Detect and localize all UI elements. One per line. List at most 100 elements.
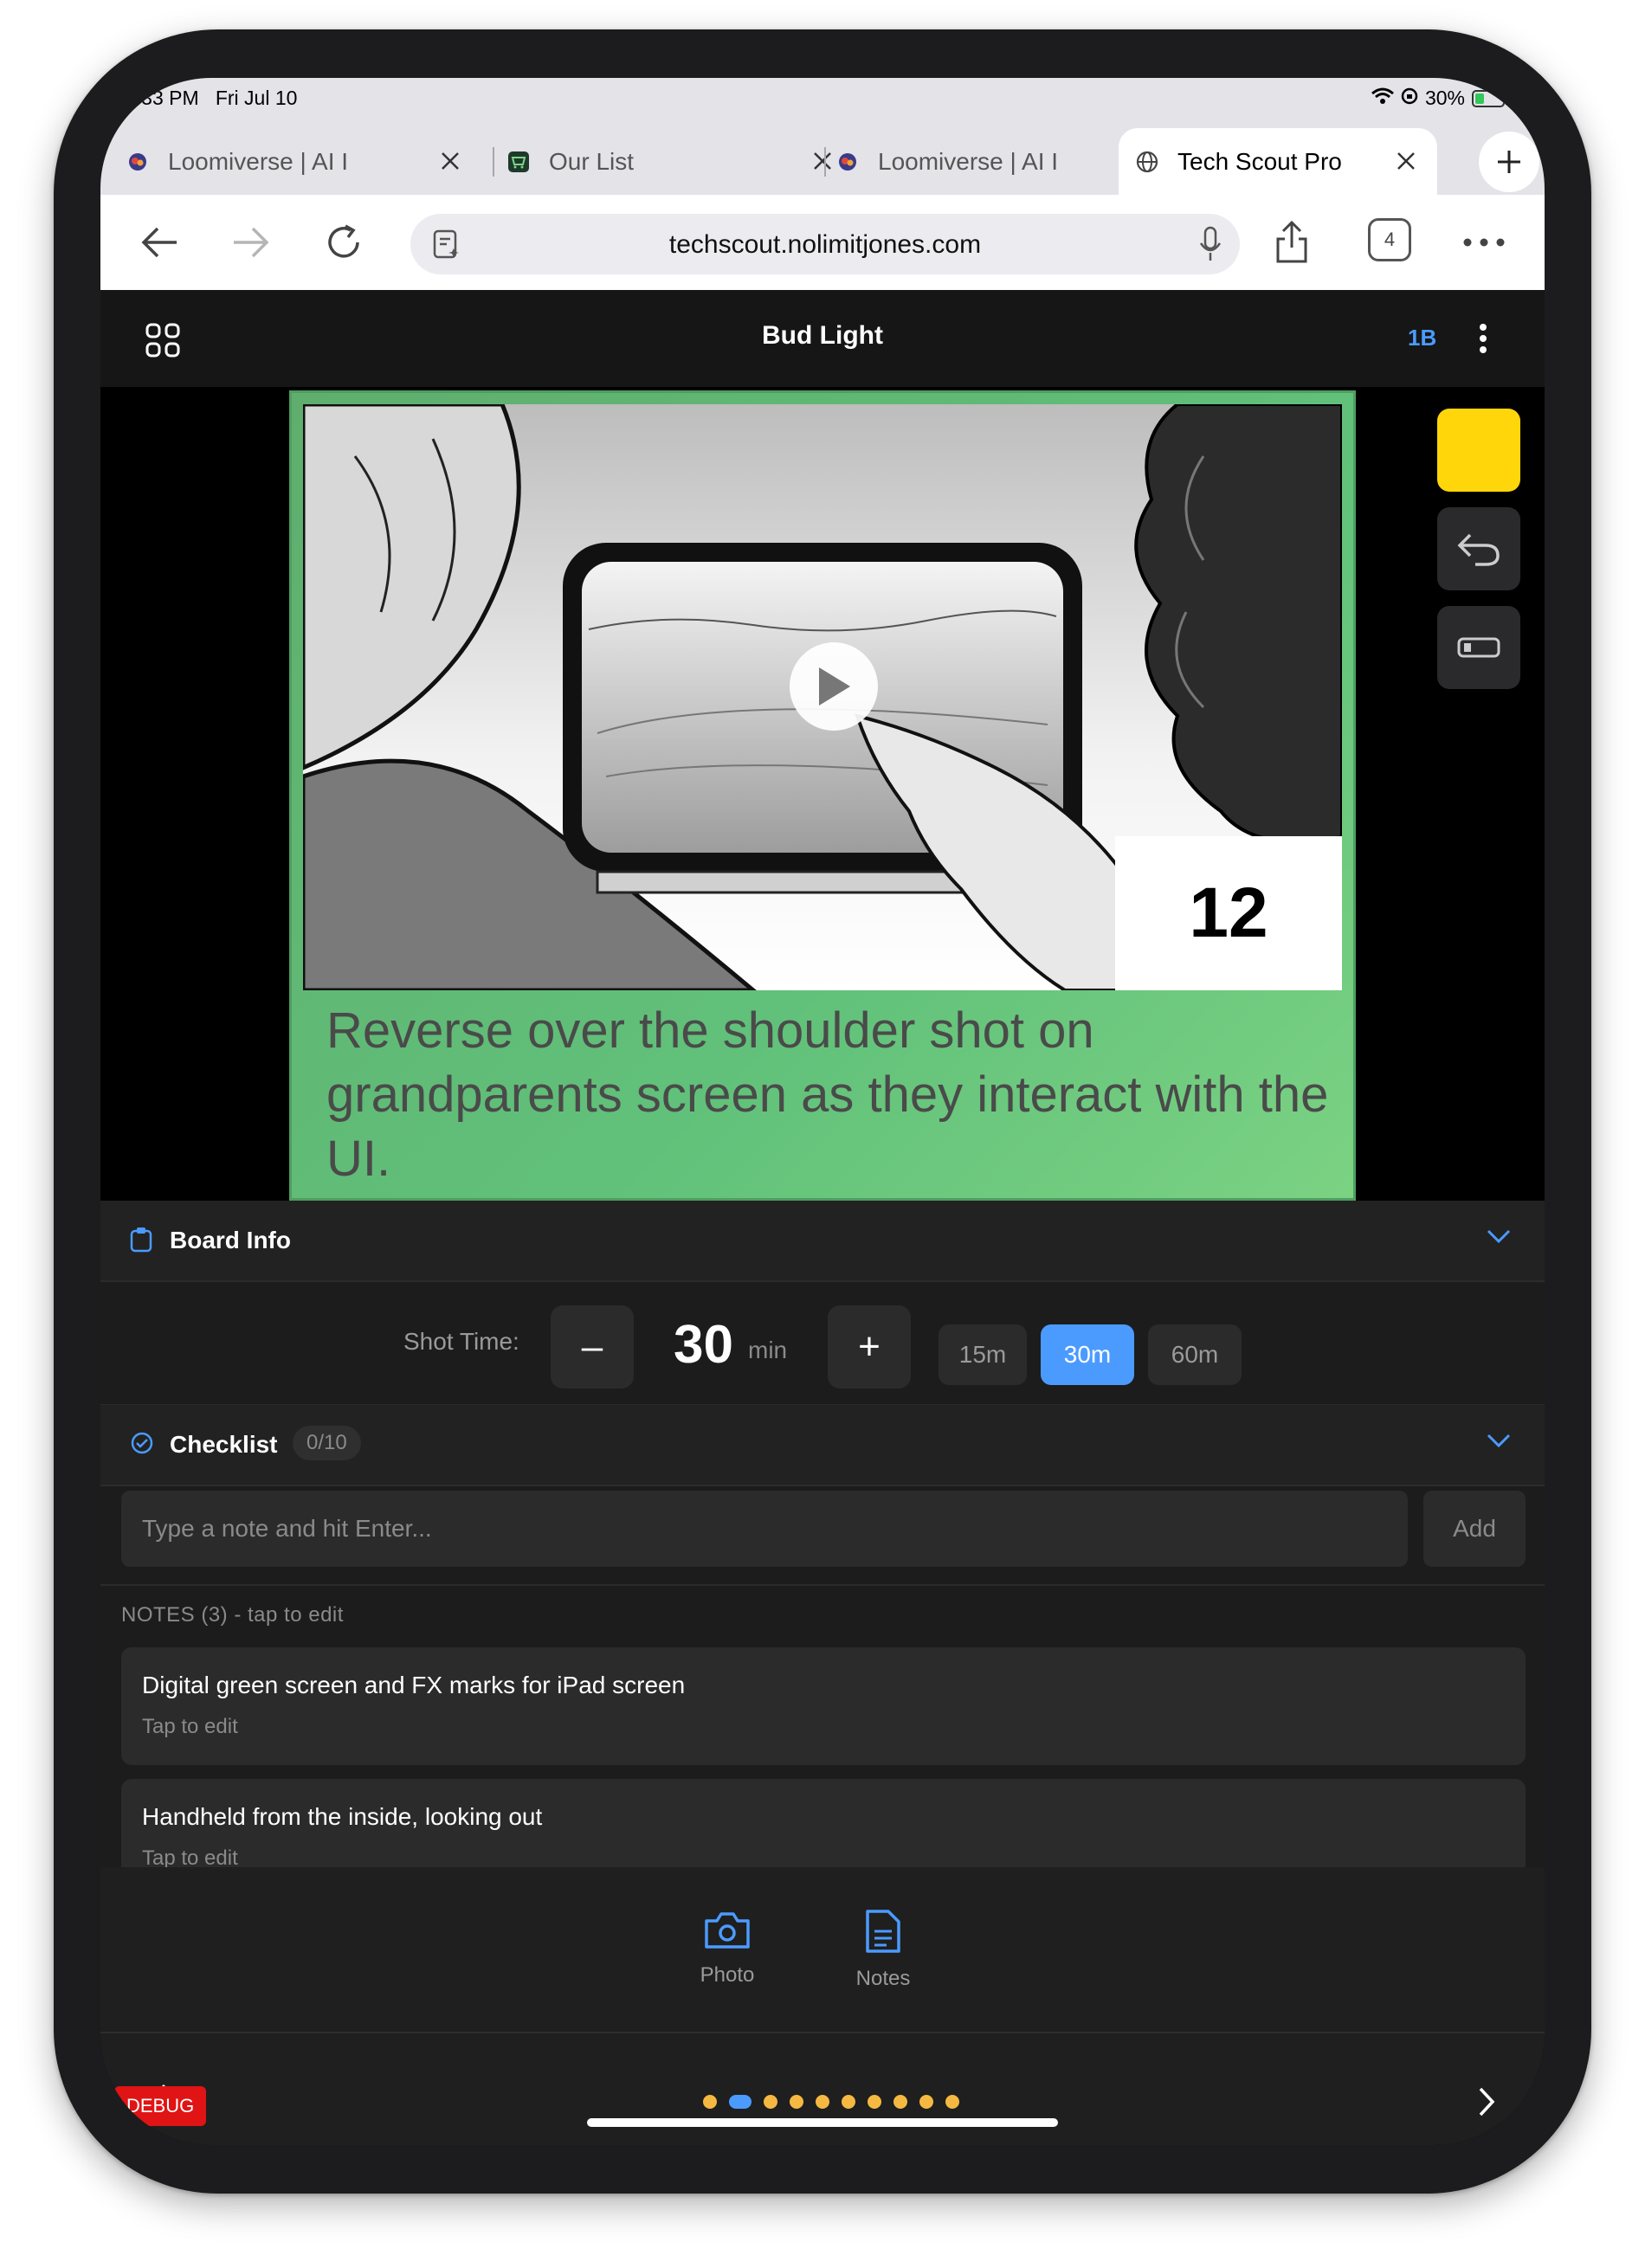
add-note-button[interactable]: Add [1423,1491,1526,1567]
photo-button[interactable]: Photo [675,1909,779,1988]
rectangle-icon [1457,637,1500,658]
undo-icon [1457,533,1500,566]
chevron-down-icon[interactable] [1486,1433,1512,1453]
header-tag[interactable]: 1B [1408,325,1436,351]
note-input[interactable] [121,1491,1408,1567]
address-bar[interactable]: techscout.nolimitjones.com [410,214,1240,274]
page-dot[interactable] [893,2095,907,2109]
shot-time-unit: min [748,1337,788,1363]
close-tab-icon[interactable] [807,145,838,177]
back-arrow-icon [141,227,177,258]
note-text: Handheld from the inside, looking out [142,1803,543,1830]
new-tab-button[interactable] [1479,132,1539,192]
storyboard-sketch[interactable]: 12 [303,404,1342,990]
notes-label: Notes [855,1967,911,1990]
screen: 4:33 PM Fri Jul 10 30% Loomiverse | AI I [100,78,1545,2145]
chevron-down-icon[interactable] [1486,1228,1512,1248]
browser-toolbar: techscout.nolimitjones.com 4 [100,195,1545,290]
tab-loomiverse-1[interactable]: Loomiverse | AI I [126,128,481,195]
url-text: techscout.nolimitjones.com [668,230,982,259]
tab-title: Our List [549,147,635,175]
page-dot[interactable] [816,2095,829,2109]
tab-our-list[interactable]: Our List [507,128,854,195]
storyboard-card[interactable]: 12 Reverse over the shoulder shot on gra… [289,390,1356,1201]
next-arrow-icon[interactable] [1477,2085,1496,2123]
ellipsis-icon [1463,238,1505,247]
battery-icon [1472,89,1505,107]
wifi-icon [1371,87,1394,110]
play-icon [819,667,850,706]
checklist-header[interactable]: Checklist 0/10 [100,1405,1545,1486]
page-dot[interactable] [703,2095,717,2109]
bottom-bar: Photo Notes DEBUG [100,1867,1545,2145]
globe-icon [1136,151,1158,173]
forward-arrow-icon [234,227,269,258]
page-indicator [703,2095,959,2109]
photo-label: Photo [700,1963,755,1987]
cart-icon [507,151,530,173]
back-button[interactable] [135,218,184,267]
decrement-button[interactable]: – [551,1305,634,1389]
aspect-toggle-button[interactable] [1437,606,1520,689]
page-dot[interactable] [868,2095,881,2109]
loomiverse-icon [126,151,149,173]
note-hint: Tap to edit [142,1846,238,1867]
tab-title: Loomiverse | AI I [168,147,349,175]
more-menu-button[interactable] [1458,218,1510,267]
tab-separator [493,147,494,177]
reload-button[interactable] [320,218,369,267]
kebab-menu-icon[interactable] [1479,323,1487,358]
shot-number: 12 [1115,836,1342,990]
forward-button[interactable] [227,218,275,267]
note-input-field[interactable] [121,1491,1408,1567]
debug-badge[interactable]: DEBUG [114,2086,207,2126]
page-dot[interactable] [764,2095,777,2109]
check-circle-icon [130,1431,154,1457]
board-info-header[interactable]: Board Info [100,1201,1545,1282]
tab-tech-scout-pro[interactable]: Tech Scout Pro [1119,128,1437,195]
page-dot[interactable] [842,2095,855,2109]
note-item[interactable]: Handheld from the inside, looking out Ta… [121,1779,1526,1867]
app-title: Bud Light [762,321,883,350]
undo-button[interactable] [1437,507,1520,590]
clock: 4:33 PM [125,87,199,109]
home-indicator [587,2118,1058,2127]
microphone-icon[interactable] [1198,226,1222,267]
board-info-title: Board Info [170,1227,291,1253]
document-icon [866,1910,900,1953]
page-dot[interactable] [790,2095,803,2109]
tab-count-button[interactable]: 4 [1368,218,1411,261]
plus-icon [1498,151,1520,173]
tab-strip: Loomiverse | AI I Our List Loomiverse | … [100,128,1545,195]
preset-30m[interactable]: 30m [1041,1324,1134,1385]
shot-time-row: Shot Time: – 30 min + 15m 30m 60m [100,1283,1545,1404]
note-item[interactable]: Digital green screen and FX marks for iP… [121,1647,1526,1765]
tab-title: Loomiverse | AI I [878,147,1059,175]
shot-time-value: 30 [674,1315,733,1375]
reload-icon [328,224,359,258]
play-button[interactable] [790,642,878,731]
date: Fri Jul 10 [215,87,298,109]
preset-60m[interactable]: 60m [1148,1324,1242,1385]
increment-button[interactable]: + [828,1305,911,1389]
page-dot[interactable] [945,2095,959,2109]
board-caption: Reverse over the shoulder shot on grandp… [326,1002,1329,1187]
close-tab-icon[interactable] [435,145,466,177]
battery-percent: 30% [1424,87,1465,109]
highlight-color-swatch[interactable] [1437,409,1520,492]
page-dot[interactable] [729,2095,752,2109]
preset-15m[interactable]: 15m [939,1324,1027,1385]
close-tab-icon[interactable] [1390,145,1422,177]
share-button[interactable] [1268,218,1316,267]
page-dot[interactable] [919,2095,933,2109]
shot-time-label: Shot Time: [403,1328,519,1355]
notes-button[interactable]: Notes [831,1909,935,1991]
orientation-lock-icon [1401,87,1418,110]
clipboard-icon [130,1227,154,1253]
note-hint: Tap to edit [142,1715,238,1738]
camera-icon [705,1912,750,1949]
status-bar: 4:33 PM Fri Jul 10 30% [100,78,1545,121]
board-area: 12 Reverse over the shoulder shot on gra… [100,387,1545,1201]
checklist-title: Checklist [170,1431,278,1458]
tab-separator [824,147,826,177]
